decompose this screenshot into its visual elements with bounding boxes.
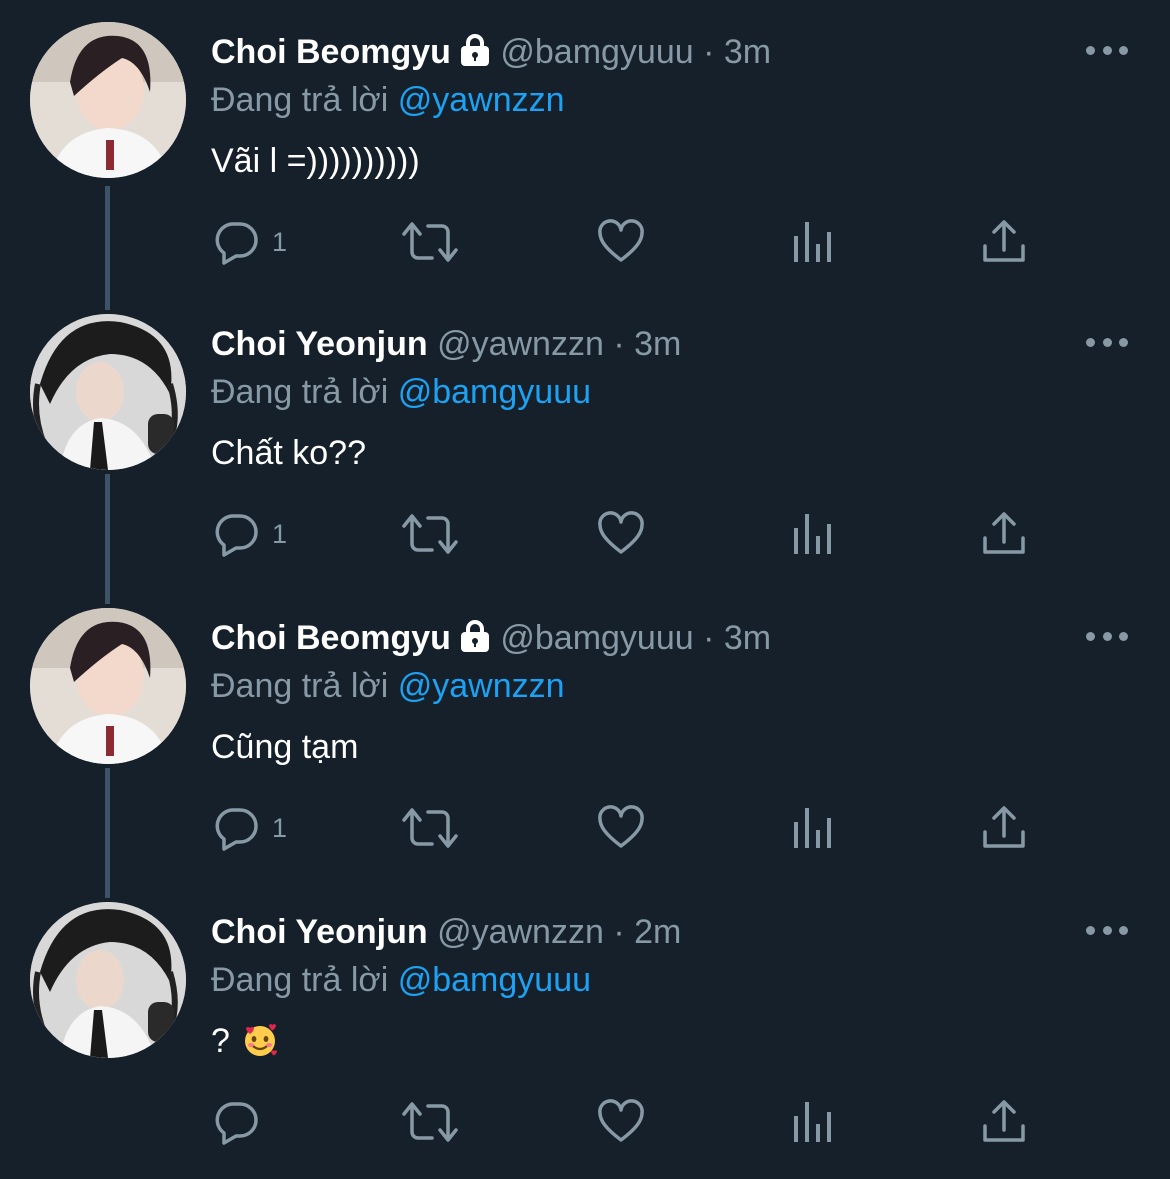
share-icon xyxy=(983,512,1025,554)
retweet-icon xyxy=(402,514,458,554)
analytics-icon xyxy=(794,514,831,554)
display-name[interactable]: Choi Yeonjun xyxy=(211,325,428,363)
tweet[interactable]: Choi Beomgyu @bamgyuuu · 3m Đang trả lời… xyxy=(0,608,1170,878)
reply-icon xyxy=(215,222,258,265)
share-button[interactable] xyxy=(982,506,1026,562)
analytics-button[interactable] xyxy=(792,1094,834,1150)
like-icon xyxy=(598,511,644,554)
retweet-icon xyxy=(402,222,458,262)
tweet-header: Choi Beomgyu @bamgyuuu · 3m xyxy=(211,30,771,74)
more-options-icon[interactable] xyxy=(1086,44,1128,56)
reply-count: 1 xyxy=(272,812,288,843)
avatar[interactable] xyxy=(30,22,186,178)
reply-icon xyxy=(215,514,258,557)
action-bar xyxy=(0,1094,1170,1150)
tweet-text-container: ? xyxy=(211,1018,278,1070)
separator-dot: · xyxy=(613,325,625,363)
replying-prefix: Đang trả lời xyxy=(211,373,389,411)
reply-button[interactable] xyxy=(212,1094,272,1150)
smiling-face-with-hearts-icon xyxy=(242,1022,278,1070)
display-name[interactable]: Choi Yeonjun xyxy=(211,913,428,951)
timestamp[interactable]: 3m xyxy=(724,619,771,657)
tweet-header: Choi Beomgyu @bamgyuuu · 3m xyxy=(211,616,771,660)
like-icon xyxy=(598,1099,644,1142)
separator-dot: · xyxy=(703,33,715,71)
reply-button[interactable]: 1 xyxy=(212,214,287,270)
tweet-text: Vãi l =)))))))))) xyxy=(211,142,420,180)
replying-to: Đang trả lời @bamgyuuu xyxy=(211,370,591,414)
like-button[interactable] xyxy=(597,506,645,562)
timestamp[interactable]: 2m xyxy=(634,913,681,951)
more-options-icon[interactable] xyxy=(1086,924,1128,936)
display-name[interactable]: Choi Beomgyu xyxy=(211,33,451,71)
separator-dot: · xyxy=(613,913,625,951)
share-icon xyxy=(983,220,1025,262)
replying-to: Đang trả lời @yawnzzn xyxy=(211,78,565,122)
tweet-header: Choi Yeonjun @yawnzzn · 2m xyxy=(211,910,681,954)
tweet[interactable]: Choi Yeonjun @yawnzzn · 3m Đang trả lời … xyxy=(0,314,1170,584)
replying-prefix: Đang trả lời xyxy=(211,961,389,999)
mention-link[interactable]: @yawnzzn xyxy=(398,667,565,705)
tweet-text: ? xyxy=(211,1022,230,1060)
reply-button[interactable]: 1 xyxy=(212,800,287,856)
avatar[interactable] xyxy=(30,608,186,764)
share-icon xyxy=(983,1100,1025,1142)
retweet-button[interactable] xyxy=(402,1094,458,1150)
lock-icon xyxy=(459,33,491,77)
avatar[interactable] xyxy=(30,902,186,1058)
tweet-text: Chất ko?? xyxy=(211,434,366,472)
retweet-icon xyxy=(402,1102,458,1142)
analytics-button[interactable] xyxy=(792,214,834,270)
share-button[interactable] xyxy=(982,800,1026,856)
lock-icon xyxy=(459,619,491,663)
analytics-icon xyxy=(794,808,831,848)
share-icon xyxy=(983,806,1025,848)
more-options-icon[interactable] xyxy=(1086,630,1128,642)
mention-link[interactable]: @bamgyuuu xyxy=(398,373,591,411)
tweet[interactable]: Choi Yeonjun @yawnzzn · 2m Đang trả lời … xyxy=(0,902,1170,1172)
retweet-icon xyxy=(402,808,458,848)
share-button[interactable] xyxy=(982,1094,1026,1150)
like-icon xyxy=(598,805,644,848)
separator-dot: · xyxy=(703,619,715,657)
reply-count: 1 xyxy=(272,518,288,549)
timestamp[interactable]: 3m xyxy=(724,33,771,71)
handle[interactable]: @bamgyuuu xyxy=(500,619,693,657)
display-name[interactable]: Choi Beomgyu xyxy=(211,619,451,657)
analytics-icon xyxy=(794,222,831,262)
tweet[interactable]: Choi Beomgyu @bamgyuuu · 3m Đang trả lời… xyxy=(0,22,1170,292)
replying-prefix: Đang trả lời xyxy=(211,667,389,705)
analytics-button[interactable] xyxy=(792,506,834,562)
retweet-button[interactable] xyxy=(402,214,458,270)
retweet-button[interactable] xyxy=(402,800,458,856)
tweet-header: Choi Yeonjun @yawnzzn · 3m xyxy=(211,322,681,366)
action-bar: 1 xyxy=(0,800,1170,856)
analytics-icon xyxy=(794,1102,831,1142)
handle[interactable]: @yawnzzn xyxy=(437,325,604,363)
action-bar: 1 xyxy=(0,506,1170,562)
avatar[interactable] xyxy=(30,314,186,470)
replying-prefix: Đang trả lời xyxy=(211,81,389,119)
retweet-button[interactable] xyxy=(402,506,458,562)
analytics-button[interactable] xyxy=(792,800,834,856)
mention-link[interactable]: @yawnzzn xyxy=(398,81,565,119)
tweet-text: Cũng tạm xyxy=(211,728,359,766)
replying-to: Đang trả lời @yawnzzn xyxy=(211,664,565,708)
share-button[interactable] xyxy=(982,214,1026,270)
timestamp[interactable]: 3m xyxy=(634,325,681,363)
like-button[interactable] xyxy=(597,214,645,270)
mention-link[interactable]: @bamgyuuu xyxy=(398,961,591,999)
handle[interactable]: @yawnzzn xyxy=(437,913,604,951)
action-bar: 1 xyxy=(0,214,1170,270)
reply-icon xyxy=(215,1102,258,1145)
reply-count: 1 xyxy=(272,226,288,257)
like-icon xyxy=(598,219,644,262)
more-options-icon[interactable] xyxy=(1086,336,1128,348)
handle[interactable]: @bamgyuuu xyxy=(500,33,693,71)
reply-button[interactable]: 1 xyxy=(212,506,287,562)
replying-to: Đang trả lời @bamgyuuu xyxy=(211,958,591,1002)
reply-icon xyxy=(215,808,258,851)
like-button[interactable] xyxy=(597,1094,645,1150)
like-button[interactable] xyxy=(597,800,645,856)
